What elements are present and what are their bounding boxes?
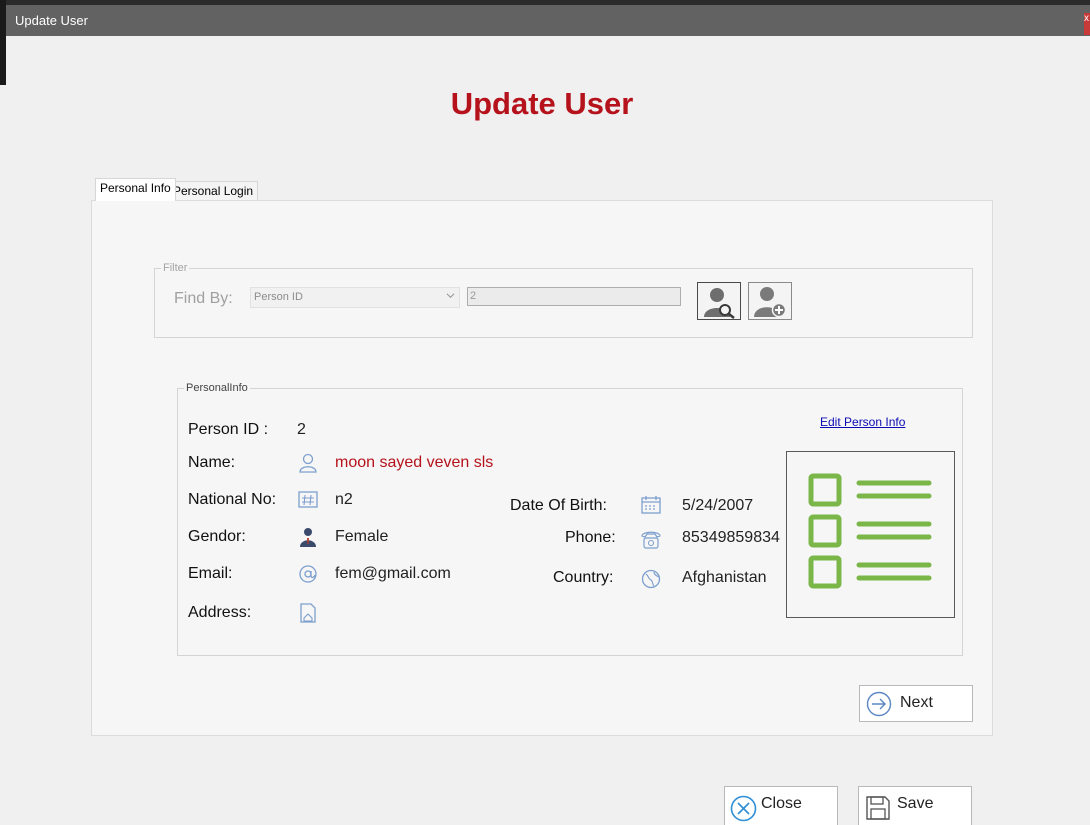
phone-value: 85349859834 xyxy=(682,529,780,546)
chevron-down-icon xyxy=(446,293,455,299)
find-by-label: Find By: xyxy=(174,290,233,307)
phone-label: Phone: xyxy=(565,529,616,546)
person-id-label: Person ID : xyxy=(188,421,269,438)
person-gender-icon xyxy=(300,528,316,547)
name-value: moon sayed veven sls xyxy=(335,454,494,471)
country-value: Afghanistan xyxy=(682,569,767,586)
national-no-label: National No: xyxy=(188,491,277,508)
date-of-birth-label: Date Of Birth: xyxy=(510,497,607,514)
add-person-button[interactable] xyxy=(748,282,792,320)
personal-info-legend: PersonalInfo xyxy=(184,382,250,394)
window-title: Update User xyxy=(15,13,88,28)
address-document-icon xyxy=(300,603,316,623)
telephone-icon xyxy=(641,531,661,549)
page-title: Update User xyxy=(450,86,634,121)
person-add-icon xyxy=(754,287,787,318)
filter-legend: Filter xyxy=(161,262,190,274)
address-label: Address: xyxy=(188,604,252,621)
find-person-button[interactable] xyxy=(697,282,741,320)
gender-value: Female xyxy=(335,528,389,545)
email-value: fem@gmail.com xyxy=(335,565,451,582)
tab-personal-info[interactable]: Personal Info xyxy=(95,178,176,201)
find-by-select-value: Person ID xyxy=(254,291,303,303)
checklist-icon xyxy=(808,473,932,589)
save-button[interactable]: Save xyxy=(858,786,972,825)
find-value-input[interactable]: 2 xyxy=(467,287,681,306)
national-no-value: n2 xyxy=(335,491,353,508)
close-button-label: Close xyxy=(761,795,802,812)
save-floppy-icon xyxy=(866,796,890,820)
window-close-button[interactable]: x xyxy=(1084,13,1090,35)
tab-personal-login[interactable]: Personal Login xyxy=(168,181,259,201)
save-button-label: Save xyxy=(897,795,934,812)
close-circle-icon xyxy=(730,795,757,822)
next-button[interactable]: Next xyxy=(859,685,973,722)
person-search-icon xyxy=(704,288,735,319)
person-id-value: 2 xyxy=(297,421,306,438)
name-label: Name: xyxy=(188,454,236,471)
title-bar[interactable]: Update User x xyxy=(6,5,1090,36)
date-of-birth-value: 5/24/2007 xyxy=(682,497,754,514)
email-label: Email: xyxy=(188,565,233,582)
arrow-right-circle-icon xyxy=(866,691,892,717)
at-sign-icon xyxy=(299,565,317,583)
globe-icon xyxy=(641,569,661,589)
close-glyph: x xyxy=(1084,13,1089,24)
edit-person-info-link[interactable]: Edit Person Info xyxy=(820,415,905,429)
gender-label: Gendor: xyxy=(188,528,246,545)
user-icon xyxy=(299,453,317,473)
next-button-label: Next xyxy=(900,694,933,711)
find-by-select[interactable]: Person ID xyxy=(250,287,460,308)
calendar-icon xyxy=(641,496,661,514)
person-photo xyxy=(786,451,955,618)
id-number-icon xyxy=(298,491,318,508)
country-label: Country: xyxy=(553,569,614,586)
close-button[interactable]: Close xyxy=(724,786,838,825)
